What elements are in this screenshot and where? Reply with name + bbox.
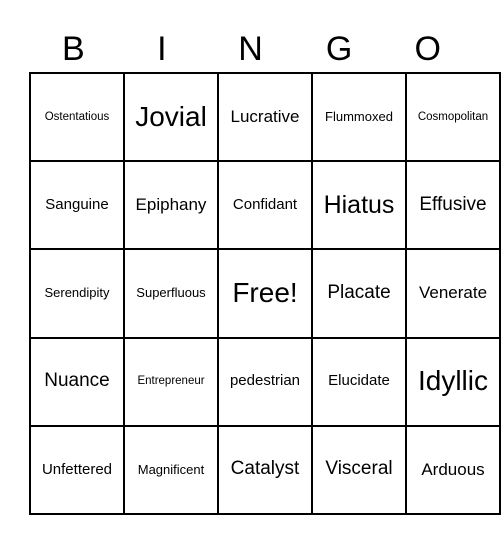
header-letter-b: B <box>61 30 85 68</box>
free-space-cell[interactable]: Free! <box>217 248 313 339</box>
bingo-cell[interactable]: Magnificent <box>123 424 219 516</box>
bingo-cell[interactable]: Sanguine <box>29 160 125 251</box>
bingo-cell[interactable]: Superfluous <box>123 248 219 339</box>
bingo-cell[interactable]: Lucrative <box>217 71 313 163</box>
bingo-cell[interactable]: Visceral <box>311 424 407 516</box>
bingo-cell[interactable]: Cosmopolitan <box>405 71 501 163</box>
bingo-cell[interactable]: Hiatus <box>311 160 407 251</box>
bingo-cell[interactable]: Idyllic <box>405 336 501 427</box>
bingo-cell[interactable]: Arduous <box>405 424 501 516</box>
bingo-cell[interactable]: Venerate <box>405 248 501 339</box>
bingo-cell[interactable]: pedestrian <box>217 336 313 427</box>
bingo-cell[interactable]: Catalyst <box>217 424 313 516</box>
header-letter-i: I <box>157 30 167 68</box>
header-letter-o: O <box>414 30 441 68</box>
board-row: Serendipity Superfluous Free! Placate Ve… <box>29 248 501 339</box>
bingo-cell[interactable]: Serendipity <box>29 248 125 339</box>
header-letter-n: N <box>238 30 263 68</box>
board-row: Sanguine Epiphany Confidant Hiatus Effus… <box>29 160 501 251</box>
bingo-cell[interactable]: Placate <box>311 248 407 339</box>
board-row: Unfettered Magnificent Catalyst Visceral… <box>29 424 501 516</box>
header-letter-g: G <box>325 30 353 68</box>
bingo-cell[interactable]: Nuance <box>29 336 125 427</box>
bingo-cell[interactable]: Flummoxed <box>311 71 407 163</box>
board-row: Ostentatious Jovial Lucrative Flummoxed … <box>29 71 501 163</box>
bingo-cell[interactable]: Ostentatious <box>29 71 125 163</box>
bingo-cell[interactable]: Effusive <box>405 160 501 251</box>
board-row: Nuance Entrepreneur pedestrian Elucidate… <box>29 336 501 427</box>
bingo-cell[interactable]: Entrepreneur <box>123 336 219 427</box>
bingo-cell[interactable]: Jovial <box>123 71 219 163</box>
bingo-cell[interactable]: Unfettered <box>29 424 125 516</box>
bingo-board: Ostentatious Jovial Lucrative Flummoxed … <box>29 71 501 516</box>
bingo-cell[interactable]: Elucidate <box>311 336 407 427</box>
bingo-cell[interactable]: Epiphany <box>123 160 219 251</box>
bingo-header: B I N G O <box>29 26 472 72</box>
bingo-cell[interactable]: Confidant <box>217 160 313 251</box>
